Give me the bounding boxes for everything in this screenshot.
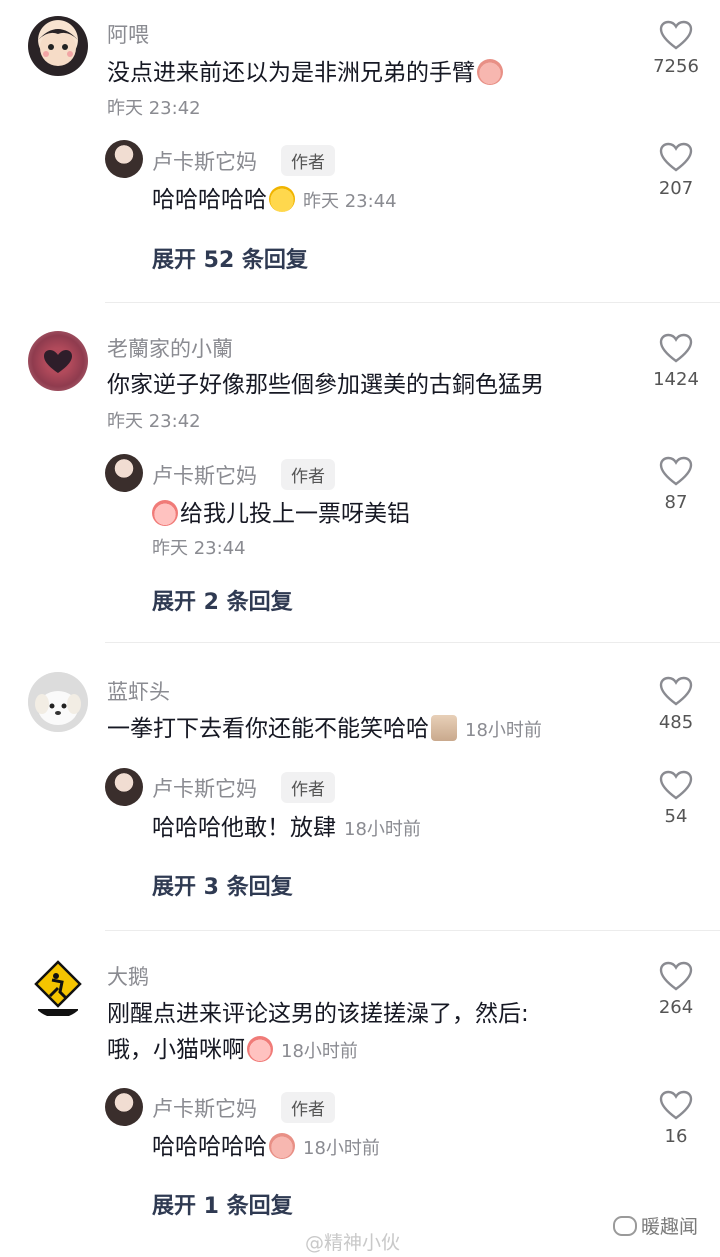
expand-replies-button[interactable]: 展开 2 条回复 <box>152 584 293 616</box>
author-badge: 作者 <box>281 459 335 490</box>
like-count: 16 <box>664 1126 688 1147</box>
heart-icon <box>659 961 693 991</box>
like-count: 7256 <box>653 56 699 77</box>
reply-text: 哈哈哈他敢！放肆 18小时前 <box>152 815 421 841</box>
dog-icon <box>28 672 88 732</box>
like-button[interactable]: 54 <box>644 770 708 827</box>
comment-time: 18小时前 <box>465 720 542 741</box>
fist-emoji-icon <box>431 715 457 741</box>
warning-sign-icon <box>34 960 82 1016</box>
heart-icon <box>659 676 693 706</box>
expand-replies-button[interactable]: 展开 3 条回复 <box>152 869 293 901</box>
divider <box>105 642 720 643</box>
chat-bubble-icon <box>612 1216 637 1236</box>
like-count: 1424 <box>653 369 699 390</box>
reply-username[interactable]: 卢卡斯它妈 <box>152 460 257 490</box>
like-button[interactable]: 485 <box>644 676 708 733</box>
warning-sign-avatar[interactable] <box>28 958 88 1018</box>
like-button[interactable]: 16 <box>644 1090 708 1147</box>
comment-username[interactable]: 大鹅 <box>107 961 149 991</box>
reply-text: 哈哈哈哈哈 昨天 23:44 <box>152 186 397 213</box>
comment-time: 昨天 23:42 <box>107 98 201 119</box>
like-count: 87 <box>664 492 688 513</box>
reply-username[interactable]: 卢卡斯它妈 <box>152 1093 257 1123</box>
heart-icon <box>659 20 693 50</box>
heart-icon <box>659 770 693 800</box>
weibo-watermark: @精神小伙 <box>305 1232 401 1254</box>
comment-username[interactable]: 蓝虾头 <box>107 676 170 706</box>
peach-emoji-icon <box>247 1036 273 1062</box>
author-badge: 作者 <box>281 772 335 803</box>
comment-text: 一拳打下去看你还能不能笑哈哈 18小时前 <box>107 715 542 742</box>
comment-text: 你家逆子好像那些個參加選美的古銅色猛男 <box>107 372 544 398</box>
author-avatar[interactable] <box>105 768 143 806</box>
reply-time: 昨天 23:44 <box>152 538 246 559</box>
divider <box>105 930 720 931</box>
reply-time: 18小时前 <box>344 819 421 840</box>
like-count: 207 <box>658 178 694 199</box>
author-avatar[interactable] <box>105 454 143 492</box>
crying-emoji-icon <box>477 59 503 85</box>
cartoon-face-avatar[interactable] <box>28 16 88 76</box>
expand-replies-button[interactable]: 展开 52 条回复 <box>152 242 308 274</box>
heart-icon <box>44 350 72 373</box>
reply-text: 给我儿投上一票呀美铝 <box>152 497 410 531</box>
crying-emoji-icon <box>269 1133 295 1159</box>
white-dog-avatar[interactable] <box>28 672 88 732</box>
reply-username[interactable]: 卢卡斯它妈 <box>152 773 257 803</box>
divider <box>105 302 720 303</box>
laughing-emoji-icon <box>269 186 295 212</box>
comment-text-line-2: 哦，小猫咪啊 18小时前 <box>107 1036 358 1063</box>
comment-text: 刚醒点进来评论这男的该搓搓澡了，然后: <box>107 1001 529 1027</box>
like-count: 485 <box>658 712 694 733</box>
like-button[interactable]: 7256 <box>644 20 708 77</box>
like-button[interactable]: 87 <box>644 456 708 513</box>
comment-username[interactable]: 老蘭家的小蘭 <box>107 333 233 363</box>
source-watermark: 暖趣闻 <box>612 1212 698 1239</box>
heart-icon <box>659 142 693 172</box>
heart-icon <box>659 456 693 486</box>
author-badge: 作者 <box>281 145 335 176</box>
comment-time: 18小时前 <box>281 1041 358 1062</box>
expand-replies-button[interactable]: 展开 1 条回复 <box>152 1188 293 1220</box>
comment-time: 昨天 23:42 <box>107 411 201 432</box>
author-avatar[interactable] <box>105 140 143 178</box>
like-count: 54 <box>664 806 688 827</box>
like-button[interactable]: 1424 <box>644 333 708 390</box>
reply-time: 昨天 23:44 <box>303 191 397 212</box>
author-avatar[interactable] <box>105 1088 143 1126</box>
reply-time: 18小时前 <box>303 1138 380 1159</box>
reply-username[interactable]: 卢卡斯它妈 <box>152 146 257 176</box>
author-badge: 作者 <box>281 1092 335 1123</box>
heart-cloud-avatar[interactable] <box>28 331 88 391</box>
comment-username[interactable]: 阿喂 <box>107 19 149 49</box>
heart-icon <box>659 1090 693 1120</box>
heart-icon <box>659 333 693 363</box>
like-button[interactable]: 264 <box>644 961 708 1018</box>
cartoon-face-icon <box>38 29 78 66</box>
reply-text: 哈哈哈哈哈 18小时前 <box>152 1133 380 1160</box>
comment-text: 没点进来前还以为是非洲兄弟的手臂 <box>107 56 503 90</box>
like-button[interactable]: 207 <box>644 142 708 199</box>
peach-emoji-icon <box>152 500 178 526</box>
like-count: 264 <box>658 997 694 1018</box>
